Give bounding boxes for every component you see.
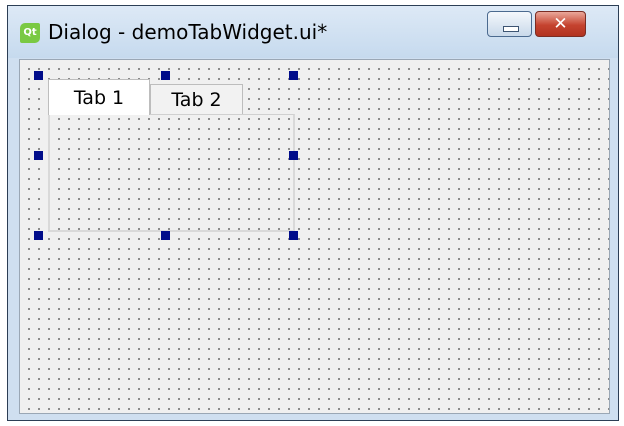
selection-handle-top-middle[interactable] bbox=[161, 71, 170, 80]
qt-app-icon: Qt bbox=[20, 23, 40, 43]
close-icon: ✕ bbox=[553, 14, 568, 34]
selection-handle-middle-right[interactable] bbox=[289, 151, 298, 160]
selection-handle-bottom-left[interactable] bbox=[34, 231, 43, 240]
selection-handle-bottom-right[interactable] bbox=[289, 231, 298, 240]
tab-1[interactable]: Tab 1 bbox=[48, 79, 150, 115]
window-title: Dialog - demoTabWidget.ui* bbox=[48, 20, 328, 44]
title-bar[interactable]: Qt Dialog - demoTabWidget.ui* ✕ bbox=[8, 6, 618, 58]
selection-handle-top-right[interactable] bbox=[289, 71, 298, 80]
close-button[interactable]: ✕ bbox=[535, 11, 586, 37]
form-canvas[interactable]: Tab 1 Tab 2 bbox=[19, 59, 610, 414]
dialog-window: Qt Dialog - demoTabWidget.ui* ✕ Tab 1 Ta… bbox=[7, 5, 619, 421]
tab-2[interactable]: Tab 2 bbox=[150, 84, 243, 115]
selection-handle-bottom-middle[interactable] bbox=[161, 231, 170, 240]
selection-handle-middle-left[interactable] bbox=[34, 151, 43, 160]
minimize-icon bbox=[503, 26, 519, 32]
tab-page-pane[interactable] bbox=[48, 114, 295, 232]
selection-handle-top-left[interactable] bbox=[34, 71, 43, 80]
minimize-button[interactable] bbox=[487, 11, 532, 37]
